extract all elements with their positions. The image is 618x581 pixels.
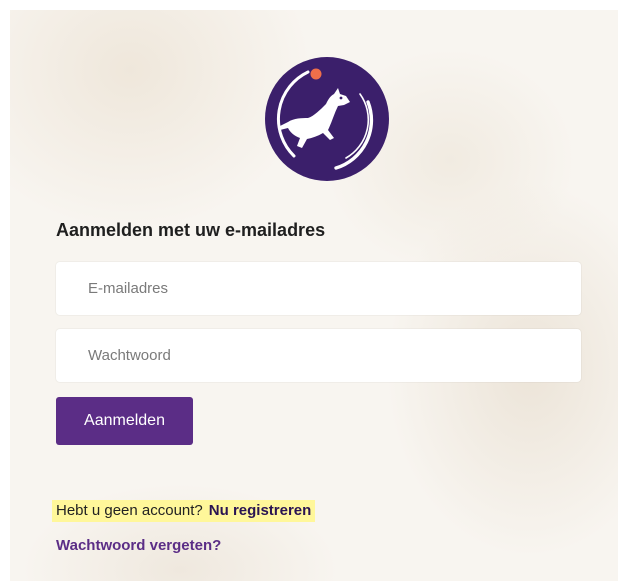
no-account-text: Hebt u geen account? bbox=[56, 502, 203, 519]
forgot-password-link[interactable]: Wachtwoord vergeten? bbox=[56, 537, 221, 554]
login-button[interactable]: Aanmelden bbox=[56, 397, 193, 445]
register-prompt: Hebt u geen account? Nu registreren bbox=[52, 500, 316, 522]
login-heading: Aanmelden met uw e-mailadres bbox=[56, 220, 326, 240]
email-field[interactable] bbox=[56, 262, 581, 315]
register-link[interactable]: Nu registreren bbox=[209, 502, 312, 519]
login-page: Aanmelden met uw e-mailadres Aanmelden H… bbox=[0, 0, 618, 581]
jumping-dog-logo-icon bbox=[265, 57, 389, 181]
password-field[interactable] bbox=[56, 329, 581, 382]
